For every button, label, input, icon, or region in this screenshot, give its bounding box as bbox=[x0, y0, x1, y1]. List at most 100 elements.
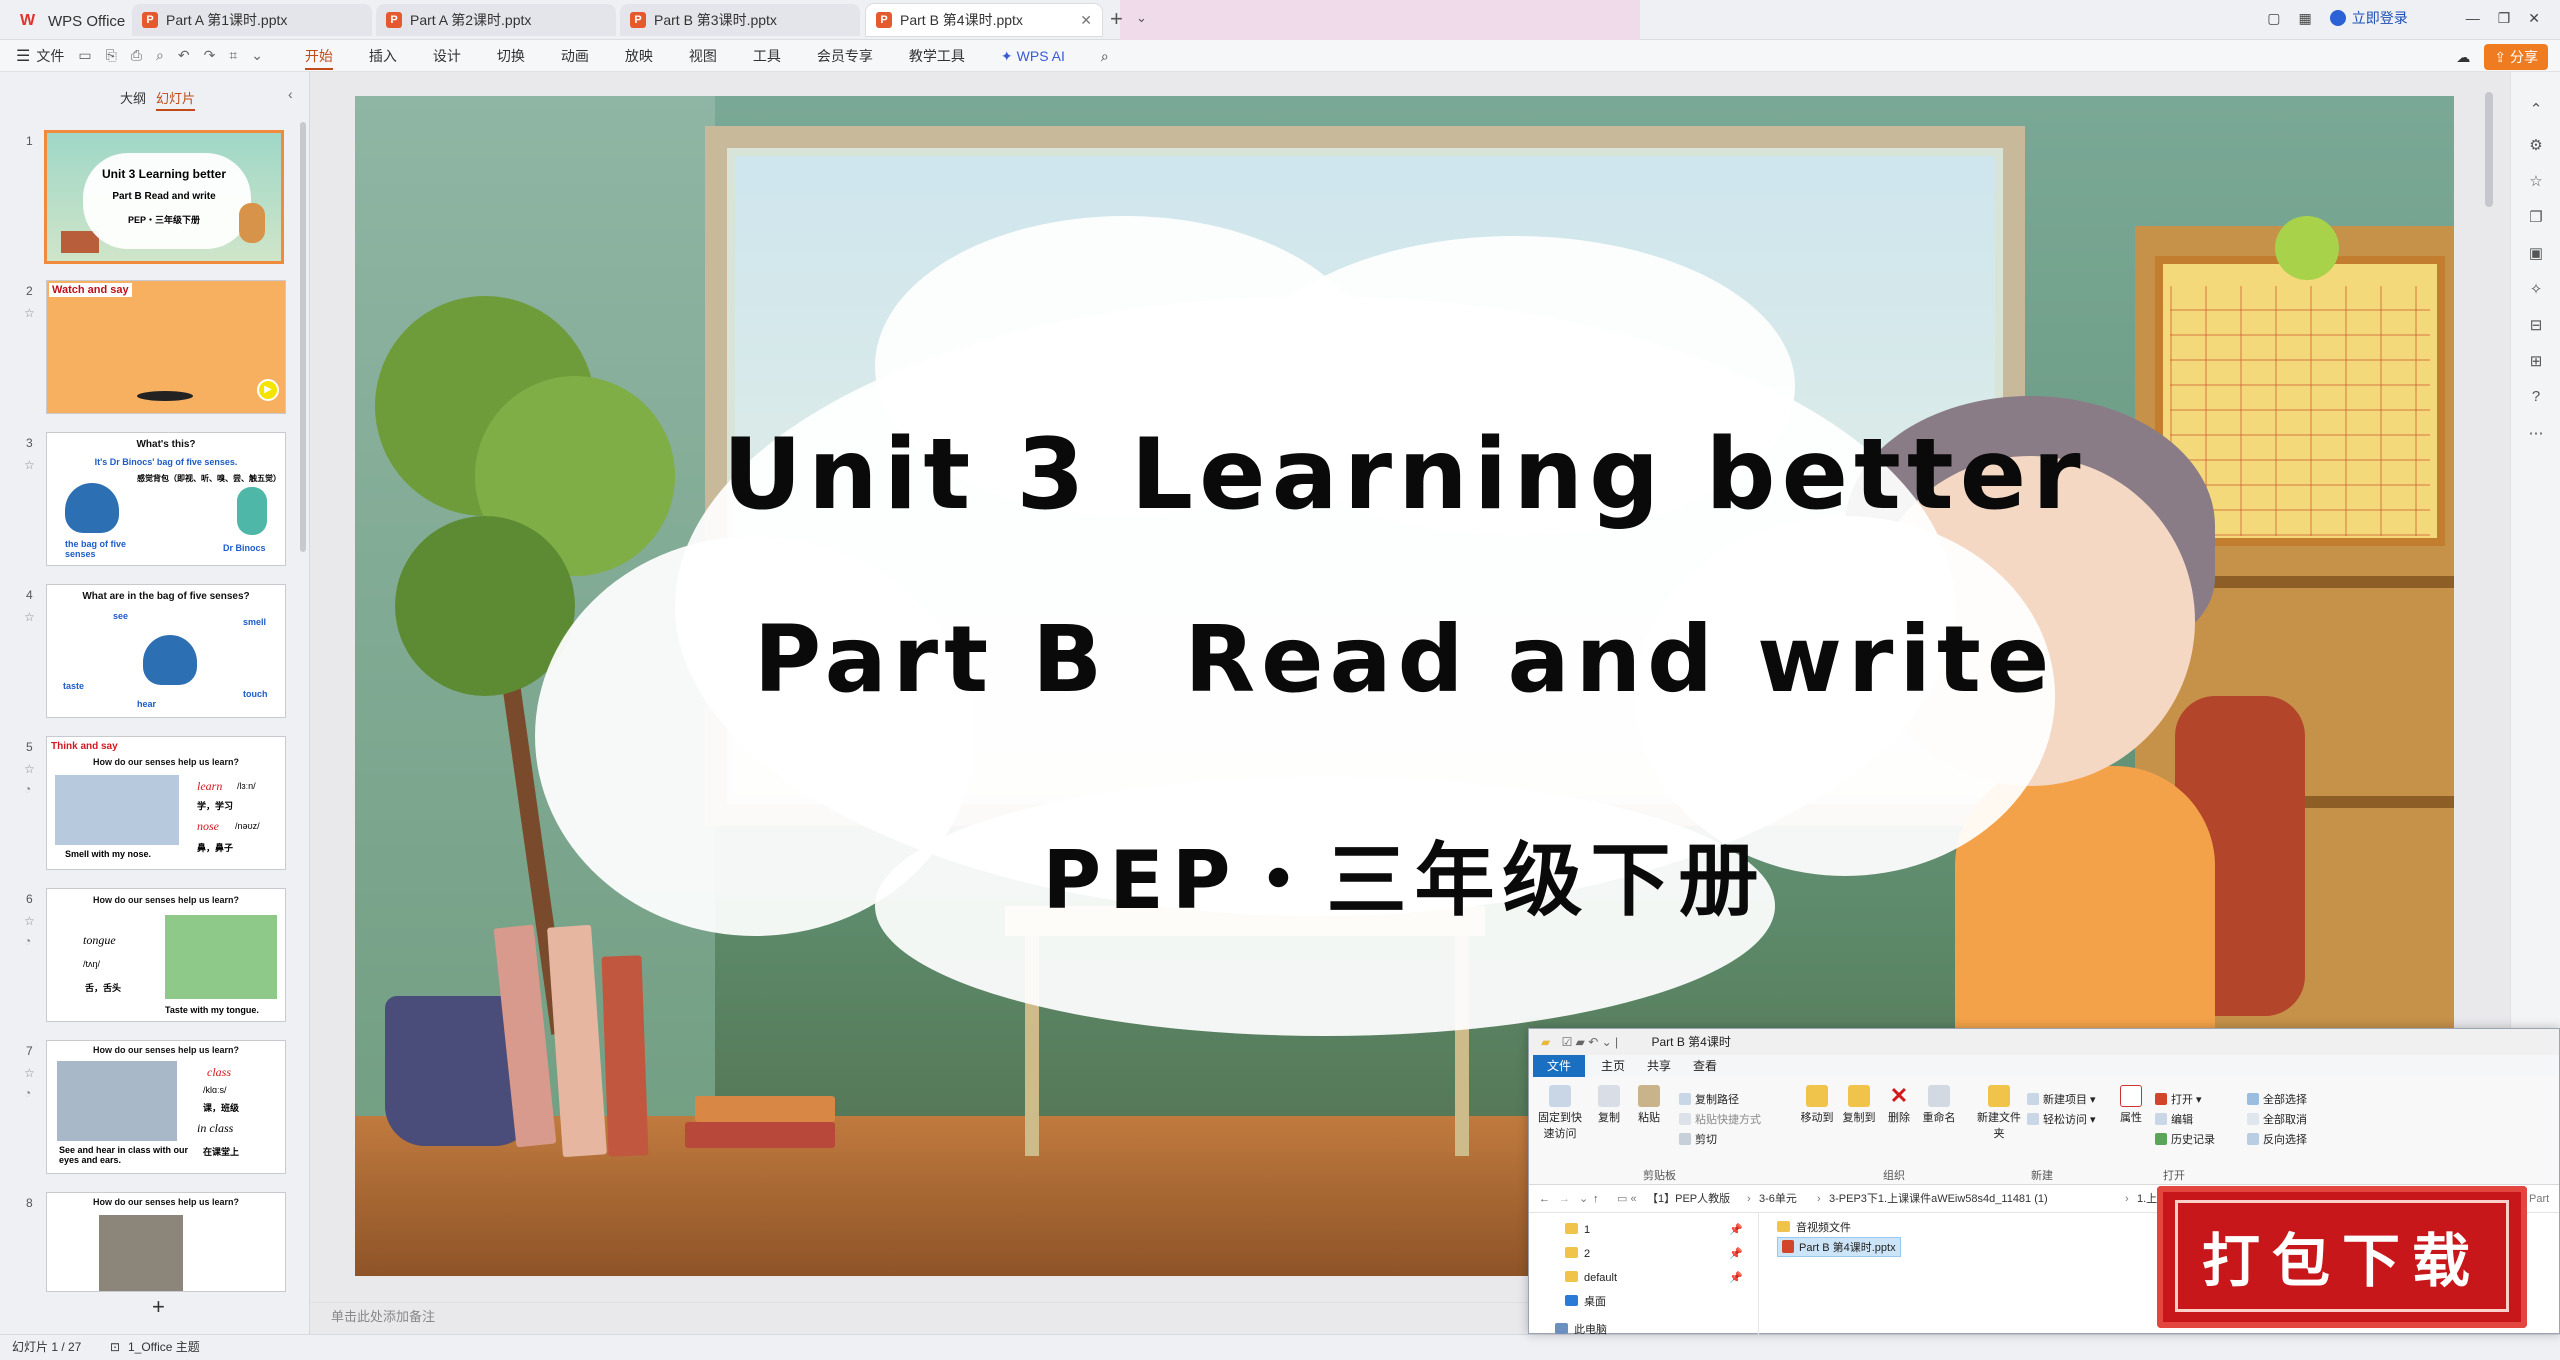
print-preview-icon[interactable]: ⌕ bbox=[156, 47, 164, 64]
doc-tab-1[interactable]: P Part A 第1课时.pptx bbox=[132, 4, 372, 36]
ribbon-tab-transitions[interactable]: 切换 bbox=[479, 40, 543, 72]
breadcrumb-3[interactable]: 3-PEP3下1.上课课件aWEiw58s4d_11481 (1) bbox=[1829, 1185, 2048, 1213]
invert-selection-button[interactable]: 反向选择 bbox=[2247, 1131, 2307, 1147]
doc-tab-2[interactable]: P Part A 第2课时.pptx bbox=[376, 4, 616, 36]
nav-item-1[interactable]: 1 bbox=[1565, 1223, 1590, 1236]
new-folder-button[interactable]: 新建文件夹 bbox=[1977, 1085, 2021, 1141]
wps-home-tab[interactable]: W WPS Office bbox=[20, 10, 125, 32]
slide-subtitle[interactable]: Part B Read and write bbox=[355, 606, 2454, 713]
edit-button[interactable]: 编辑 bbox=[2155, 1111, 2193, 1127]
paste-shortcut-button[interactable]: 粘贴快捷方式 bbox=[1679, 1111, 1761, 1127]
file-item-folder[interactable]: 音视频文件 bbox=[1777, 1219, 1851, 1235]
back-arrow-icon[interactable]: ← bbox=[1539, 1185, 1550, 1213]
slide-thumbnail-8[interactable]: How do our senses help us learn? bbox=[46, 1192, 286, 1292]
properties-button[interactable]: 属性 bbox=[2113, 1085, 2149, 1125]
quick-access-icons[interactable]: ☑ ▰ ↶ ⌄ | bbox=[1562, 1035, 1619, 1049]
copy-path-button[interactable]: 复制路径 bbox=[1679, 1091, 1739, 1107]
minimize-icon[interactable]: — bbox=[2466, 10, 2480, 26]
ribbon-tab-tools[interactable]: 工具 bbox=[735, 40, 799, 72]
maximize-icon[interactable]: ❐ bbox=[2498, 10, 2511, 27]
search-box-label[interactable]: Part bbox=[2529, 1185, 2549, 1213]
template-icon[interactable]: ⊞ bbox=[2526, 352, 2546, 372]
slide-thumbnail-5[interactable]: Think and say How do our senses help us … bbox=[46, 736, 286, 870]
window-mode-icon[interactable]: ▢ bbox=[2267, 10, 2280, 27]
breadcrumb-2[interactable]: 3-6单元 bbox=[1759, 1185, 1797, 1213]
undo-icon[interactable]: ↶ bbox=[178, 47, 190, 64]
star-icon[interactable]: ☆ bbox=[2526, 172, 2546, 192]
tab-outline[interactable]: 大纲 bbox=[120, 88, 146, 107]
nav-item-desktop[interactable]: 桌面 bbox=[1565, 1293, 1606, 1309]
nav-item-this-pc[interactable]: 此电脑 bbox=[1555, 1321, 1607, 1337]
ribbon-tab-animation[interactable]: 动画 bbox=[543, 40, 607, 72]
copy-icon[interactable]: ❐ bbox=[2526, 208, 2546, 228]
collapse-panel-icon[interactable]: ‹ bbox=[288, 86, 293, 102]
magic-icon[interactable]: ✧ bbox=[2526, 280, 2546, 300]
slide-book-label[interactable]: PEP・三年级下册 bbox=[355, 816, 2454, 932]
workspace-scrollbar[interactable] bbox=[2485, 92, 2493, 207]
history-chevron-icon[interactable]: ⌄ bbox=[1579, 1185, 1588, 1213]
nav-item-default[interactable]: default bbox=[1565, 1271, 1617, 1284]
explorer-tab-home[interactable]: 主页 bbox=[1587, 1055, 1639, 1077]
slide-thumbnail-4[interactable]: What are in the bag of five senses? see … bbox=[46, 584, 286, 718]
nav-item-2[interactable]: 2 bbox=[1565, 1247, 1590, 1260]
wps-ai-button[interactable]: ✦ WPS AI bbox=[983, 40, 1083, 72]
up-arrow-icon[interactable]: ↑ bbox=[1593, 1185, 1599, 1213]
help-icon[interactable]: ? bbox=[2526, 388, 2546, 408]
new-tab-icon[interactable]: + bbox=[1110, 8, 1123, 30]
file-item-pptx[interactable]: Part B 第4课时.pptx bbox=[1777, 1237, 1901, 1257]
explorer-tab-view[interactable]: 查看 bbox=[1679, 1055, 1731, 1077]
ribbon-tab-view[interactable]: 视图 bbox=[671, 40, 735, 72]
forward-arrow-icon[interactable]: → bbox=[1559, 1185, 1570, 1213]
close-window-icon[interactable]: ✕ bbox=[2528, 10, 2540, 27]
workspace-icon[interactable]: ▦ bbox=[2298, 10, 2311, 27]
close-tab-icon[interactable]: ✕ bbox=[1080, 12, 1092, 29]
more-icon[interactable]: ⋯ bbox=[2526, 424, 2546, 444]
move-to-button[interactable]: 移动到 bbox=[1797, 1085, 1837, 1125]
image-icon[interactable]: ▣ bbox=[2526, 244, 2546, 264]
paste-button[interactable]: 粘贴 bbox=[1631, 1085, 1667, 1125]
ribbon-tab-teaching-tools[interactable]: 教学工具 bbox=[891, 40, 983, 72]
copy-button[interactable]: 复制 bbox=[1591, 1085, 1627, 1125]
explorer-tab-share[interactable]: 共享 bbox=[1633, 1055, 1685, 1077]
explorer-tab-file[interactable]: 文件 bbox=[1533, 1055, 1586, 1077]
slide-thumbnail-2[interactable]: Watch and say ▶ bbox=[46, 280, 286, 414]
slide-title[interactable]: Unit 3 Learning better bbox=[355, 418, 2454, 532]
slide-thumbnail-1[interactable]: Unit 3 Learning better Part B Read and w… bbox=[44, 130, 284, 264]
doc-tab-3[interactable]: P Part B 第3课时.pptx bbox=[620, 4, 860, 36]
ribbon-tab-insert[interactable]: 插入 bbox=[351, 40, 415, 72]
slide-thumbnail-7[interactable]: How do our senses help us learn? class /… bbox=[46, 1040, 286, 1174]
easy-access-button[interactable]: 轻松访问 ▾ bbox=[2027, 1111, 2096, 1127]
add-slide-button[interactable]: + bbox=[152, 1294, 165, 1320]
play-icon[interactable]: ▶ bbox=[257, 379, 279, 401]
cut-button[interactable]: 剪切 bbox=[1679, 1131, 1717, 1147]
tab-list-chevron-icon[interactable]: ⌄ bbox=[1136, 10, 1147, 26]
save-icon[interactable]: ▭ bbox=[78, 47, 91, 64]
bookmark-icon[interactable]: ⊟ bbox=[2526, 316, 2546, 336]
tab-slides[interactable]: 幻灯片 bbox=[156, 88, 196, 111]
slide-thumbnail-6[interactable]: How do our senses help us learn? tongue … bbox=[46, 888, 286, 1022]
search-icon[interactable]: ⌕ bbox=[1083, 40, 1127, 72]
file-menu[interactable]: 文件 bbox=[36, 46, 64, 66]
doc-tab-4[interactable]: P Part B 第4课时.pptx ✕ bbox=[866, 4, 1102, 36]
ribbon-tab-design[interactable]: 设计 bbox=[415, 40, 479, 72]
share-button[interactable]: ⇪ 分享 bbox=[2484, 44, 2548, 70]
cloud-sync-icon[interactable]: ☁ bbox=[2456, 49, 2470, 66]
copy-to-button[interactable]: 复制到 bbox=[1839, 1085, 1879, 1125]
print-icon[interactable]: ⎙ bbox=[131, 47, 142, 64]
select-all-button[interactable]: 全部选择 bbox=[2247, 1091, 2307, 1107]
breadcrumb-1[interactable]: 【1】PEP人教版 bbox=[1647, 1185, 1730, 1213]
delete-button[interactable]: ✕ 删除 bbox=[1881, 1085, 1917, 1125]
hamburger-menu-icon[interactable]: ☰ bbox=[16, 46, 30, 66]
format-painter-icon[interactable]: ⌗ bbox=[229, 47, 237, 64]
collapse-icon[interactable]: ⌃ bbox=[2526, 100, 2546, 120]
new-item-button[interactable]: 新建项目 ▾ bbox=[2027, 1091, 2096, 1107]
redo-icon[interactable]: ↷ bbox=[204, 47, 216, 64]
login-button[interactable]: 立即登录 bbox=[2329, 8, 2408, 28]
select-none-button[interactable]: 全部取消 bbox=[2247, 1111, 2307, 1127]
slide-thumbnail-3[interactable]: What's this? It's Dr Binocs' bag of five… bbox=[46, 432, 286, 566]
rename-button[interactable]: 重命名 bbox=[1919, 1085, 1959, 1125]
export-pdf-icon[interactable]: ⎘ bbox=[106, 47, 117, 64]
theme-name[interactable]: 1_Office 主题 bbox=[128, 1335, 200, 1359]
open-button[interactable]: 打开 ▾ bbox=[2155, 1091, 2202, 1107]
ribbon-tab-slideshow[interactable]: 放映 bbox=[607, 40, 671, 72]
